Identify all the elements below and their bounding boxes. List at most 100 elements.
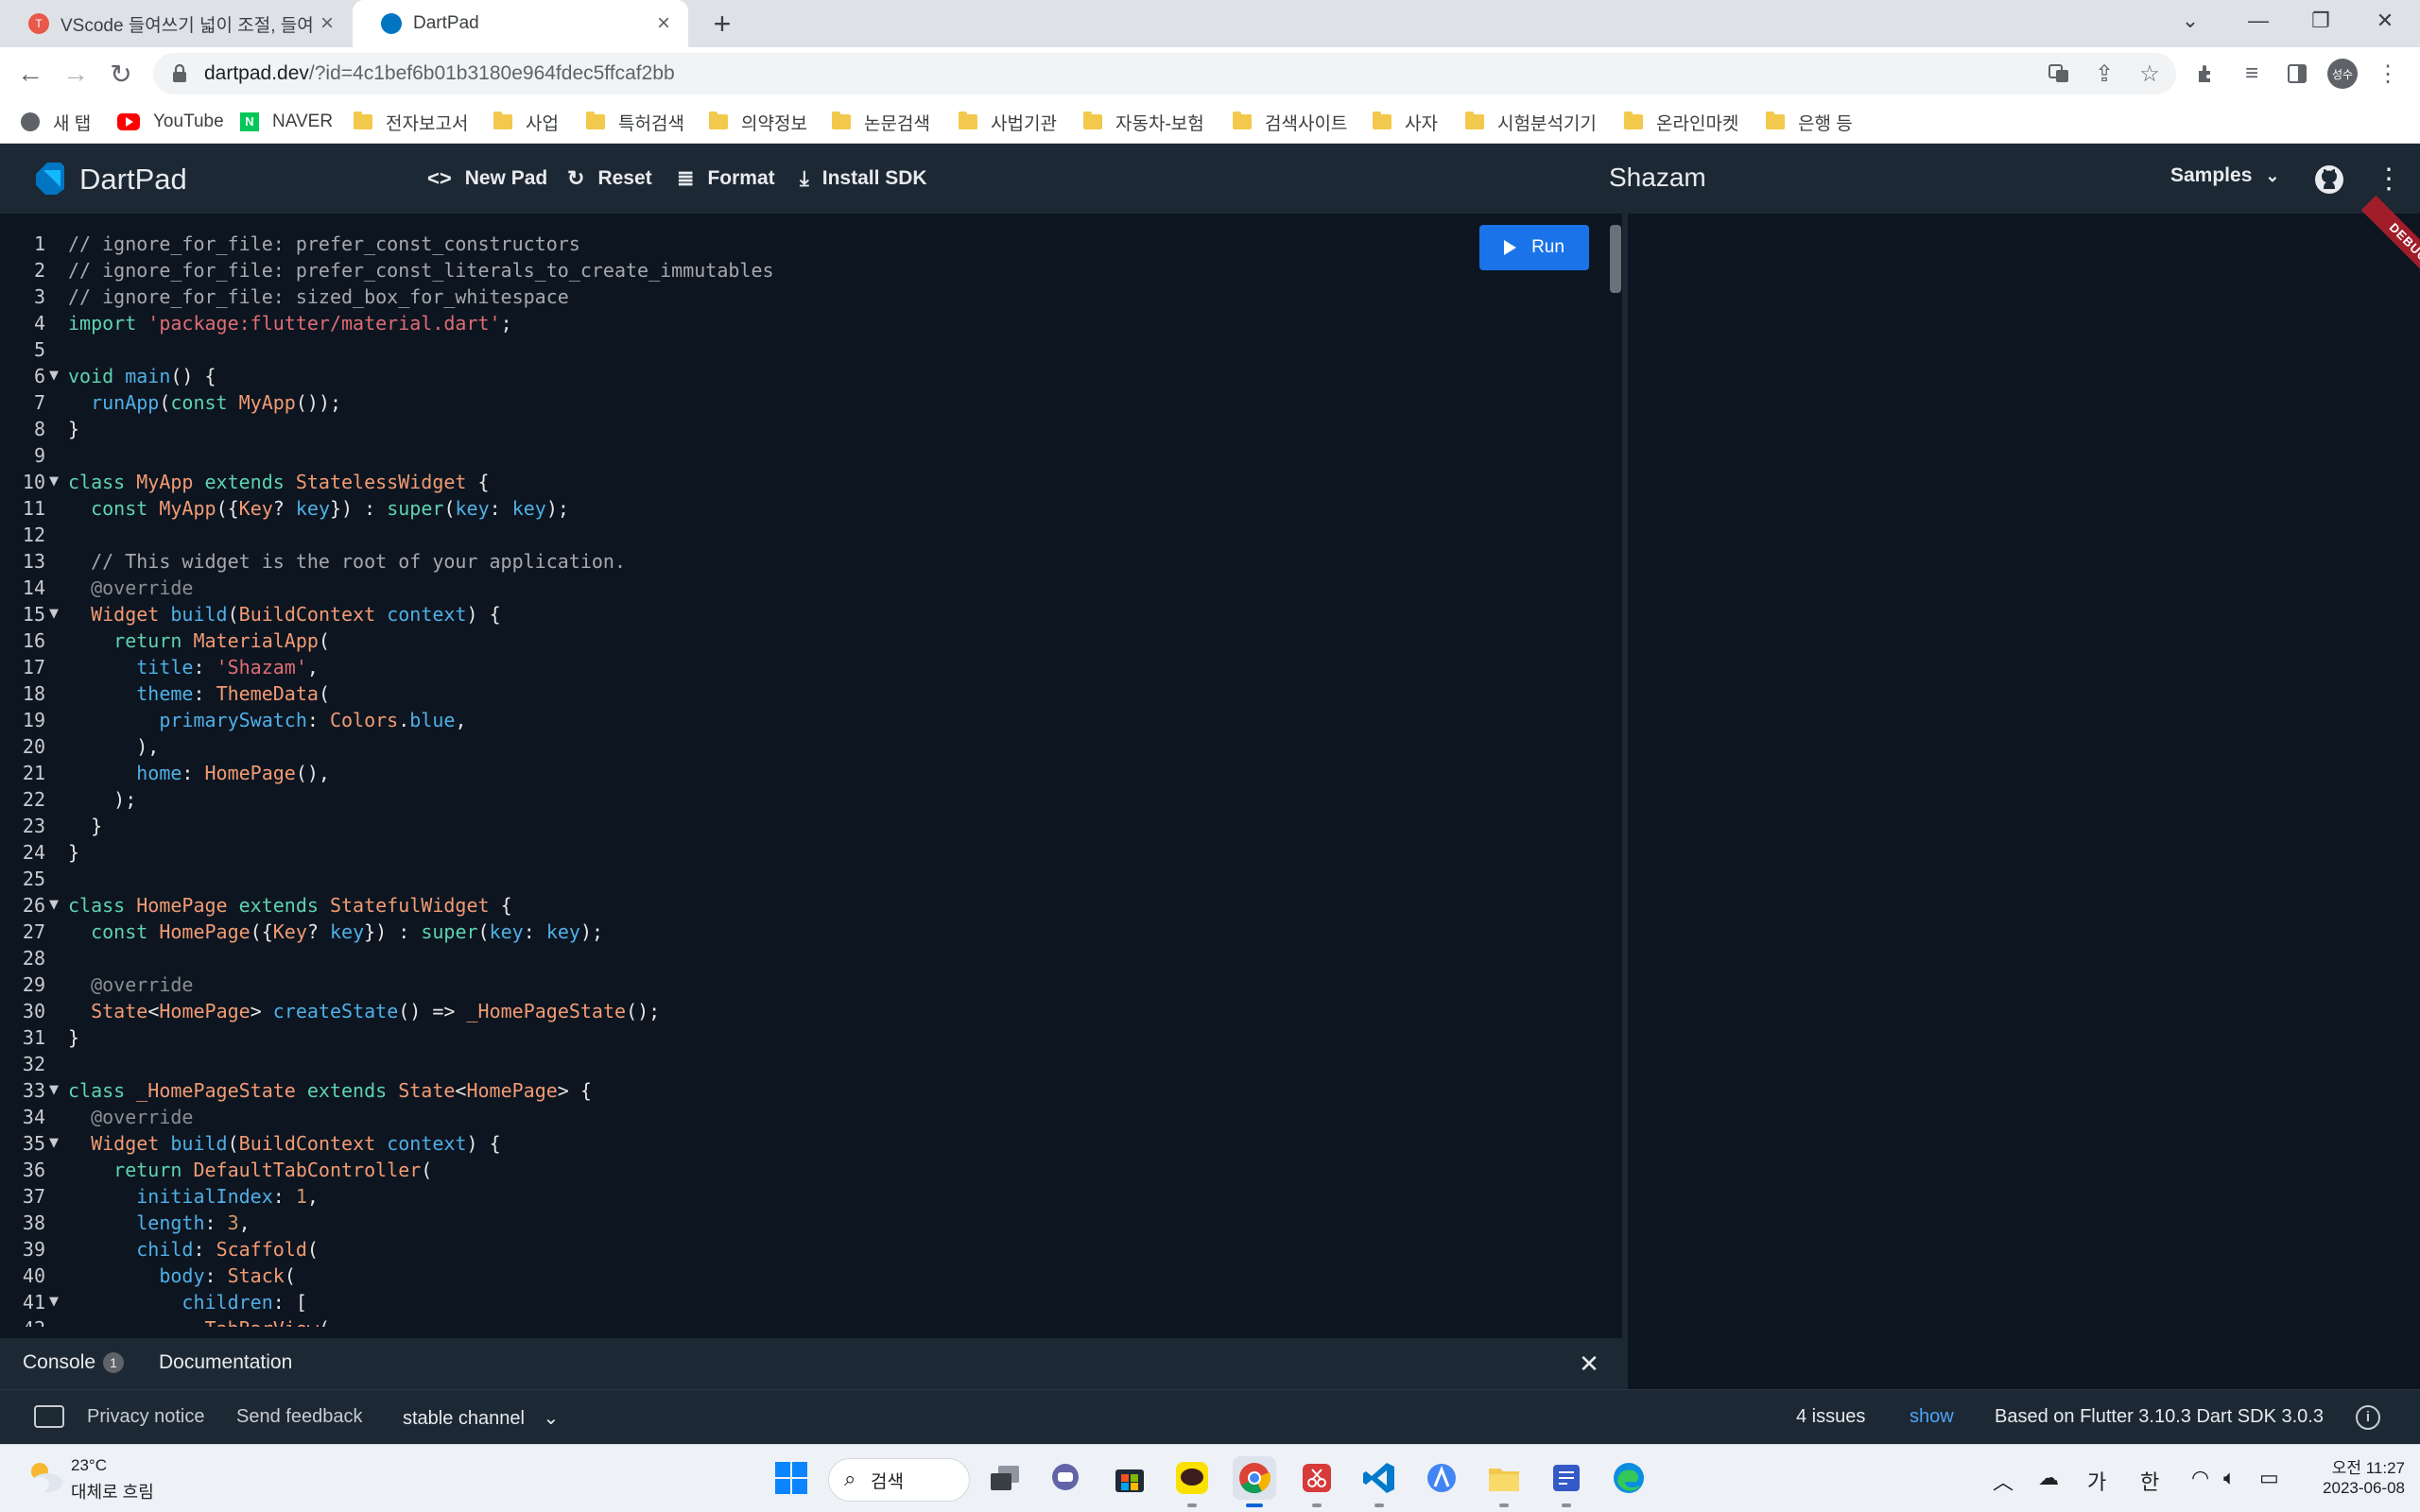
kakaotalk-icon[interactable] (1170, 1456, 1214, 1507)
browser-tab-vscode[interactable]: T VScode 들여쓰기 넓이 조절, 들여 × (0, 0, 352, 47)
output-pane[interactable] (1628, 214, 2420, 1389)
channel-dropdown[interactable]: stable channel ⌄ (403, 1406, 559, 1430)
run-button[interactable]: Run (1479, 225, 1589, 270)
code-line[interactable]: title: 'Shazam', (68, 656, 319, 679)
weather-description[interactable]: 대체로 흐림 (71, 1479, 154, 1503)
code-line[interactable]: class MyApp extends StatelessWidget { (68, 471, 490, 493)
bookmark-folder[interactable]: 자동차-보험 (1083, 108, 1204, 136)
github-icon[interactable] (2314, 164, 2344, 195)
bookmark-new-tab[interactable]: 새 탭 (21, 108, 91, 136)
start-button[interactable] (769, 1456, 813, 1500)
code-line[interactable]: import 'package:flutter/material.dart'; (68, 312, 512, 335)
translate-icon[interactable] (2044, 59, 2074, 89)
tab-console[interactable]: Console 1 (23, 1351, 125, 1374)
edge-icon[interactable] (1607, 1456, 1651, 1500)
code-line[interactable]: } (68, 418, 79, 440)
forward-button[interactable]: → (59, 57, 93, 91)
bookmark-folder[interactable]: 온라인마켓 (1624, 108, 1738, 136)
code-editor[interactable]: 1 2 3 4 5 6 ▼ 7 8 9 10 ▼ 11 12 13 14 15 ▼ 16 17 18 19 20 21 22 23… (0, 214, 1622, 1327)
share-icon[interactable]: ⇪ (2089, 59, 2119, 89)
code-line[interactable]: @override (68, 576, 193, 599)
address-bar[interactable]: dartpad.dev/?id=4c1bef6b01b3180e964fdec5… (153, 53, 2176, 94)
code-line[interactable]: const HomePage({Key? key}) : super(key: … (68, 920, 603, 943)
code-line[interactable]: // ignore_for_file: sized_box_for_whites… (68, 285, 569, 308)
close-console-icon[interactable]: ✕ (1573, 1348, 1605, 1380)
reload-button[interactable]: ↻ (104, 57, 138, 91)
show-hidden-icons-chevron[interactable]: ︿ (1993, 1466, 2014, 1496)
code-line[interactable]: } (68, 1026, 79, 1049)
browser-tab-dartpad[interactable]: DartPad × (353, 0, 688, 47)
code-line[interactable]: ), (68, 735, 159, 758)
tab-search-chevron-icon[interactable]: ⌄ (2159, 0, 2221, 42)
code-line[interactable]: Widget build(BuildContext context) { (68, 1132, 501, 1155)
code-line[interactable]: void main() { (68, 365, 216, 387)
snipping-tool-icon[interactable] (1295, 1456, 1339, 1507)
code-line[interactable]: theme: ThemeData( (68, 682, 330, 705)
code-line[interactable]: children: [ (68, 1291, 306, 1314)
bookmark-folder[interactable]: 은행 등 (1766, 108, 1853, 136)
dartpad-brand[interactable]: DartPad (79, 163, 187, 197)
code-line[interactable]: home: HomePage(), (68, 762, 330, 784)
code-line[interactable]: // This widget is the root of your appli… (68, 550, 626, 573)
code-line[interactable]: TabBarView( (68, 1317, 330, 1327)
more-options-icon[interactable]: ⋮ (2375, 161, 2403, 198)
bookmark-folder[interactable]: 사법기관 (959, 108, 1057, 136)
code-line[interactable]: State<HomePage> createState() => _HomePa… (68, 1000, 660, 1022)
fold-arrow-icon[interactable]: ▼ (49, 607, 59, 621)
bookmark-star-icon[interactable]: ☆ (2135, 59, 2165, 89)
battery-icon[interactable]: ▭ (2259, 1466, 2279, 1490)
fold-arrow-icon[interactable]: ▼ (49, 474, 59, 489)
restore-window-button[interactable]: ❐ (2290, 0, 2352, 42)
microsoft-store-icon[interactable] (1108, 1456, 1151, 1500)
code-line[interactable]: runApp(const MyApp()); (68, 391, 341, 414)
weather-temperature[interactable]: 23°C (71, 1456, 107, 1475)
code-line[interactable]: Widget build(BuildContext context) { (68, 603, 501, 626)
close-tab-icon[interactable]: × (316, 10, 338, 37)
reading-list-icon[interactable]: ≡ (2237, 59, 2267, 89)
privacy-notice-link[interactable]: Privacy notice (87, 1406, 205, 1428)
code-line[interactable]: primarySwatch: Colors.blue, (68, 709, 466, 731)
code-line[interactable]: // ignore_for_file: prefer_const_constru… (68, 232, 580, 255)
keyboard-icon[interactable] (34, 1405, 64, 1428)
code-line[interactable]: @override (68, 973, 193, 996)
fold-arrow-icon[interactable]: ▼ (49, 1295, 59, 1309)
new-pad-button[interactable]: <> New Pad (427, 163, 547, 195)
samples-dropdown[interactable]: Samples ⌄ (2170, 164, 2279, 187)
install-sdk-button[interactable]: ⤓ Install SDK (800, 163, 927, 195)
show-issues-link[interactable]: show (1910, 1406, 1954, 1428)
code-line[interactable]: initialIndex: 1, (68, 1185, 319, 1208)
back-button[interactable]: ← (13, 57, 47, 91)
code-line[interactable]: ); (68, 788, 136, 811)
weather-cloud-icon[interactable] (25, 1458, 64, 1496)
bookmark-folder[interactable]: 특허검색 (586, 108, 684, 136)
onedrive-cloud-icon[interactable]: ☁ (2038, 1466, 2059, 1490)
ime-mode-indicator[interactable]: 한 (2140, 1466, 2159, 1496)
bookmark-folder[interactable]: 사업 (493, 108, 559, 136)
pad-title[interactable]: Shazam (1609, 163, 1706, 193)
new-tab-button[interactable]: + (704, 6, 740, 42)
minimize-window-button[interactable]: — (2227, 0, 2290, 42)
info-icon[interactable]: i (2356, 1405, 2380, 1430)
close-window-button[interactable]: ✕ (2354, 0, 2416, 42)
code-line[interactable]: return DefaultTabController( (68, 1159, 432, 1181)
dart-logo-icon[interactable] (34, 161, 66, 197)
vscode-icon[interactable] (1357, 1456, 1401, 1507)
chrome-icon[interactable] (1233, 1456, 1276, 1507)
task-view-icon[interactable] (983, 1456, 1027, 1500)
format-button[interactable]: ≣ Format (677, 163, 775, 195)
fold-arrow-icon[interactable]: ▼ (49, 1136, 59, 1150)
editor-vertical-scrollbar[interactable] (1610, 225, 1621, 293)
fold-arrow-icon[interactable]: ▼ (49, 1083, 59, 1097)
wifi-icon[interactable]: ◠ (2191, 1466, 2209, 1490)
tab-documentation[interactable]: Documentation (159, 1351, 292, 1374)
code-line[interactable]: length: 3, (68, 1211, 250, 1234)
taskbar-search[interactable]: ⌕ 검색 (828, 1458, 970, 1502)
bookmark-folder[interactable]: 논문검색 (832, 108, 930, 136)
bookmark-folder[interactable]: 검색사이트 (1233, 108, 1347, 136)
bookmark-youtube[interactable]: YouTube (117, 108, 224, 136)
code-line[interactable]: @override (68, 1106, 193, 1128)
notepad-icon[interactable] (1545, 1456, 1588, 1507)
side-panel-icon[interactable] (2282, 59, 2312, 89)
volume-icon[interactable]: 🔈︎ (2223, 1466, 2236, 1490)
taskbar-time[interactable]: 오전 11:27 (2314, 1454, 2405, 1478)
